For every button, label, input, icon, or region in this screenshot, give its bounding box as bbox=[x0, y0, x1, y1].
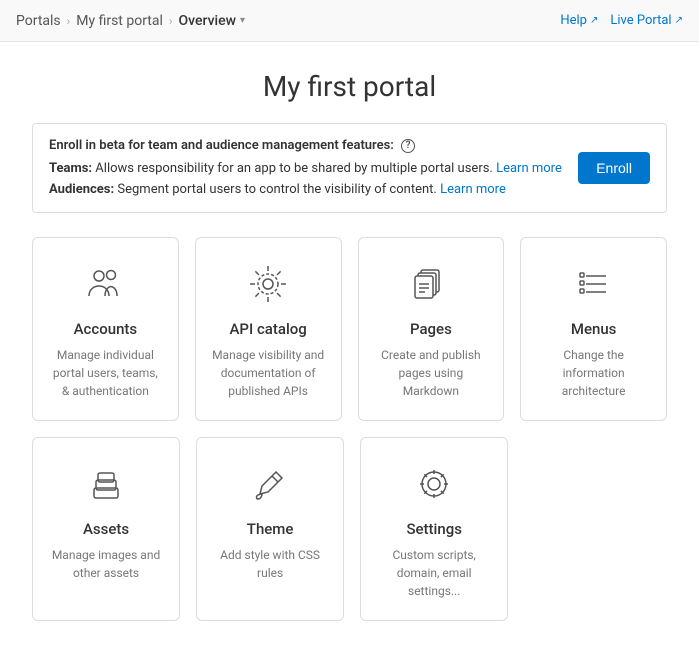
pages-icon bbox=[406, 262, 456, 306]
card-pages-title: Pages bbox=[410, 320, 452, 338]
breadcrumb-sep-1: › bbox=[67, 14, 71, 28]
card-settings-desc: Custom scripts, domain, email settings..… bbox=[377, 546, 491, 600]
breadcrumb-current: Overview ▾ bbox=[179, 13, 246, 29]
breadcrumb-current-label: Overview bbox=[179, 13, 236, 29]
card-pages[interactable]: Pages Create and publish pages using Mar… bbox=[358, 237, 505, 421]
card-api-catalog-title: API catalog bbox=[229, 320, 306, 338]
theme-icon bbox=[245, 462, 295, 506]
main-content: My first portal Enroll in beta for team … bbox=[0, 42, 699, 653]
accounts-icon bbox=[80, 262, 130, 306]
card-accounts-desc: Manage individual portal users, teams, &… bbox=[49, 346, 162, 400]
beta-question-icon[interactable]: ? bbox=[401, 139, 415, 153]
breadcrumb-sep-2: › bbox=[169, 14, 173, 28]
card-accounts-title: Accounts bbox=[74, 320, 138, 338]
help-link[interactable]: Help ↗ bbox=[560, 13, 598, 28]
breadcrumb: Portals › My first portal › Overview ▾ bbox=[16, 13, 245, 29]
api-catalog-icon bbox=[243, 262, 293, 306]
card-assets-title: Assets bbox=[83, 520, 129, 538]
beta-banner-title: Enroll in beta for team and audience man… bbox=[49, 136, 562, 157]
beta-audiences-label: Audiences: bbox=[49, 182, 114, 197]
card-settings[interactable]: Settings Custom scripts, domain, email s… bbox=[360, 437, 508, 621]
beta-teams-label: Teams: bbox=[49, 161, 92, 176]
enroll-button[interactable]: Enroll bbox=[578, 152, 650, 184]
card-theme-desc: Add style with CSS rules bbox=[213, 546, 327, 582]
top-nav: Portals › My first portal › Overview ▾ H… bbox=[0, 0, 699, 42]
beta-audiences-learn-more[interactable]: Learn more bbox=[440, 182, 506, 197]
card-accounts[interactable]: Accounts Manage individual portal users,… bbox=[32, 237, 179, 421]
card-theme-title: Theme bbox=[247, 520, 294, 538]
page-title: My first portal bbox=[32, 42, 667, 123]
menus-icon bbox=[569, 262, 619, 306]
beta-audiences-desc: Segment portal users to control the visi… bbox=[117, 182, 436, 197]
beta-teams-line: Teams: Allows responsibility for an app … bbox=[49, 159, 562, 180]
card-settings-title: Settings bbox=[406, 520, 462, 538]
assets-icon bbox=[81, 462, 131, 506]
beta-banner-text: Enroll in beta for team and audience man… bbox=[49, 136, 562, 200]
beta-teams-desc: Allows responsibility for an app to be s… bbox=[95, 161, 493, 176]
card-menus-title: Menus bbox=[571, 320, 617, 338]
card-api-catalog-desc: Manage visibility and documentation of p… bbox=[212, 346, 325, 400]
card-theme[interactable]: Theme Add style with CSS rules bbox=[196, 437, 344, 621]
breadcrumb-portal[interactable]: My first portal bbox=[76, 13, 163, 29]
help-external-icon: ↗ bbox=[590, 15, 598, 26]
cards-grid-top: Accounts Manage individual portal users,… bbox=[32, 237, 667, 421]
beta-teams-learn-more[interactable]: Learn more bbox=[496, 161, 562, 176]
breadcrumb-portals[interactable]: Portals bbox=[16, 13, 61, 29]
live-portal-link[interactable]: Live Portal ↗ bbox=[610, 13, 683, 28]
card-pages-desc: Create and publish pages using Markdown bbox=[375, 346, 488, 400]
card-menus-desc: Change the information architecture bbox=[537, 346, 650, 400]
live-portal-external-icon: ↗ bbox=[675, 15, 683, 26]
breadcrumb-dropdown-icon[interactable]: ▾ bbox=[240, 15, 245, 26]
beta-banner: Enroll in beta for team and audience man… bbox=[32, 123, 667, 213]
card-api-catalog[interactable]: API catalog Manage visibility and docume… bbox=[195, 237, 342, 421]
beta-audiences-line: Audiences: Segment portal users to contr… bbox=[49, 180, 562, 201]
card-assets-desc: Manage images and other assets bbox=[49, 546, 163, 582]
live-portal-label: Live Portal bbox=[610, 13, 671, 28]
card-menus[interactable]: Menus Change the information architectur… bbox=[520, 237, 667, 421]
top-nav-actions: Help ↗ Live Portal ↗ bbox=[560, 13, 683, 28]
cards-grid-bottom: Assets Manage images and other assets Th… bbox=[32, 437, 508, 621]
card-assets[interactable]: Assets Manage images and other assets bbox=[32, 437, 180, 621]
help-label: Help bbox=[560, 13, 587, 28]
settings-icon bbox=[409, 462, 459, 506]
